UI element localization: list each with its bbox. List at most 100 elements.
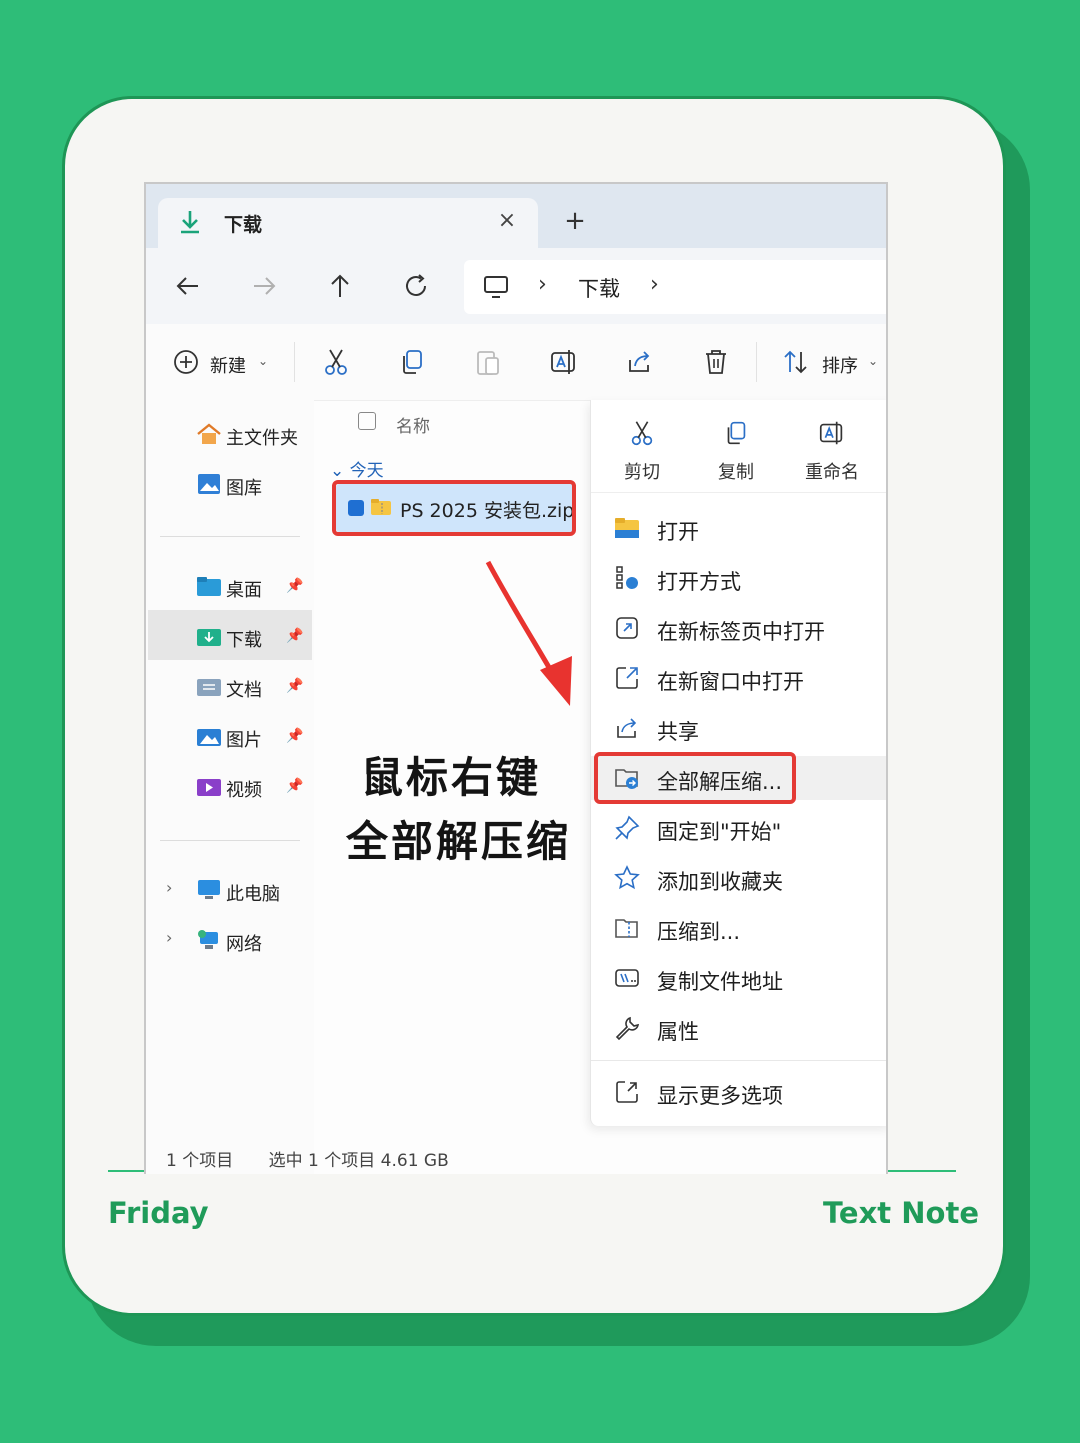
breadcrumb-downloads[interactable]: 下载 [578, 273, 620, 303]
footer-rule-left [108, 1170, 146, 1172]
navigation-pane: 主文件夹 图库 桌面 📌 下载 📌 文档 📌 图片 📌 视频 📌 › 此电脑 ›… [146, 400, 314, 1174]
pin-icon[interactable]: 📌 [286, 628, 303, 644]
network-icon [198, 930, 218, 949]
copy-icon [727, 421, 746, 445]
quick-action-label: 复制 [718, 462, 754, 483]
new-tab-button[interactable]: + [560, 206, 590, 236]
group-label: 今天 [349, 461, 384, 481]
file-explorer-window: 下载 × + › 下载 › 新建 ⌄ 排序 ⌄ 主文件夹 图库 桌面 📌 下载 … [144, 182, 888, 1174]
quick-action-copy[interactable]: 复制 [691, 418, 781, 484]
address-bar[interactable]: › 下载 › [464, 260, 886, 314]
menu-item-open-new-window[interactable]: 在新窗口中打开 [591, 656, 886, 700]
breadcrumb-separator[interactable]: › [650, 272, 659, 297]
videos-folder-icon [197, 779, 221, 796]
menu-item-compress[interactable]: 压缩到... [591, 906, 886, 950]
pin-icon[interactable]: 📌 [286, 728, 303, 744]
sort-icon[interactable] [780, 346, 812, 378]
menu-item-more-options[interactable]: 显示更多选项 [591, 1070, 886, 1114]
home-icon [197, 423, 221, 444]
breadcrumb-separator: › [538, 272, 547, 297]
sidebar-item-label: 文档 [226, 680, 262, 701]
menu-item-label: 压缩到... [657, 920, 741, 944]
sidebar-item-label: 图片 [226, 730, 262, 751]
group-header-today[interactable]: ⌄ 今天 [330, 456, 384, 481]
open-with-icon [616, 566, 638, 589]
highlight-box-extract [594, 752, 796, 804]
menu-item-label: 在新窗口中打开 [657, 670, 804, 694]
copy-icon[interactable] [396, 346, 428, 378]
pointer-arrow-icon [485, 560, 572, 706]
quick-action-label: 重命名 [805, 462, 859, 483]
pin-icon[interactable]: 📌 [286, 578, 303, 594]
tab-close-button[interactable]: × [494, 208, 520, 233]
sidebar-item-label: 视频 [226, 780, 262, 801]
column-header-name[interactable]: 名称 [396, 412, 430, 437]
new-tab-icon [616, 617, 638, 639]
this-pc-icon [198, 880, 220, 899]
quick-action-rename[interactable]: 重命名 [787, 418, 877, 484]
menu-item-share[interactable]: 共享 [591, 706, 886, 750]
menu-item-open-new-tab[interactable]: 在新标签页中打开 [591, 606, 886, 650]
footer-brand: Text Note [823, 1196, 979, 1230]
menu-item-open[interactable]: 打开 [591, 506, 886, 550]
quick-action-cut[interactable]: 剪切 [597, 418, 687, 484]
sidebar-divider [160, 840, 300, 841]
menu-item-label: 打开方式 [657, 570, 741, 594]
share-icon[interactable] [624, 346, 656, 378]
menu-item-pin-start[interactable]: 固定到"开始" [591, 806, 886, 850]
tab-title: 下载 [224, 214, 263, 236]
footer-rule-right [888, 1170, 956, 1172]
new-plus-icon[interactable] [170, 346, 202, 378]
sidebar-item-label: 主文件夹 [226, 428, 298, 449]
refresh-icon[interactable] [398, 268, 434, 304]
download-icon [181, 211, 199, 234]
downloads-folder-icon [197, 629, 221, 646]
menu-item-label: 共享 [657, 720, 699, 744]
footer-day: Friday [108, 1196, 209, 1230]
annotation-line-2: 全部解压缩 [346, 817, 572, 866]
title-bar: 下载 × + [146, 184, 886, 248]
menu-item-add-favorites[interactable]: 添加到收藏夹 [591, 856, 886, 900]
paste-icon[interactable] [472, 346, 504, 378]
toolbar-divider [756, 342, 757, 382]
documents-folder-icon [197, 679, 221, 696]
gallery-icon [198, 474, 220, 494]
new-button[interactable]: 新建 [210, 352, 246, 378]
rename-icon[interactable] [548, 346, 580, 378]
menu-item-label: 显示更多选项 [657, 1084, 783, 1108]
menu-item-label: 属性 [657, 1020, 699, 1044]
cut-icon [631, 421, 653, 446]
star-icon [614, 865, 640, 890]
expand-chevron-icon[interactable]: › [166, 878, 172, 897]
menu-item-open-with[interactable]: 打开方式 [591, 556, 886, 600]
desktop-folder-icon [197, 577, 221, 596]
select-all-checkbox[interactable] [358, 412, 376, 430]
up-icon[interactable] [322, 268, 358, 304]
monitor-icon [484, 276, 508, 298]
back-icon[interactable] [170, 268, 206, 304]
selection-info: 选中 1 个项目 4.61 GB [268, 1151, 449, 1171]
menu-item-label: 打开 [657, 520, 699, 544]
delete-icon[interactable] [700, 346, 732, 378]
sidebar-item-label: 此电脑 [226, 884, 280, 905]
chevron-down-icon[interactable]: ⌄ [868, 354, 878, 368]
cut-icon[interactable] [320, 346, 352, 378]
forward-icon[interactable] [246, 268, 282, 304]
copy-path-icon [615, 969, 639, 987]
pin-icon[interactable]: 📌 [286, 778, 303, 794]
navigation-bar: › 下载 › [146, 248, 886, 324]
command-bar: 新建 ⌄ 排序 ⌄ [146, 324, 886, 401]
menu-item-label: 在新标签页中打开 [657, 620, 825, 644]
sort-button[interactable]: 排序 [822, 352, 858, 378]
share-icon [617, 718, 637, 738]
chevron-down-icon[interactable]: ⌄ [258, 354, 268, 368]
menu-divider [591, 492, 886, 493]
pin-icon[interactable]: 📌 [286, 678, 303, 694]
rename-icon [819, 421, 843, 445]
expand-chevron-icon[interactable]: › [166, 928, 172, 947]
menu-item-copy-path[interactable]: 复制文件地址 [591, 956, 886, 1000]
sidebar-item-label: 图库 [226, 478, 262, 499]
sidebar-item-label: 桌面 [226, 580, 262, 601]
menu-item-properties[interactable]: 属性 [591, 1006, 886, 1050]
tab-downloads[interactable]: 下载 × [158, 198, 538, 248]
